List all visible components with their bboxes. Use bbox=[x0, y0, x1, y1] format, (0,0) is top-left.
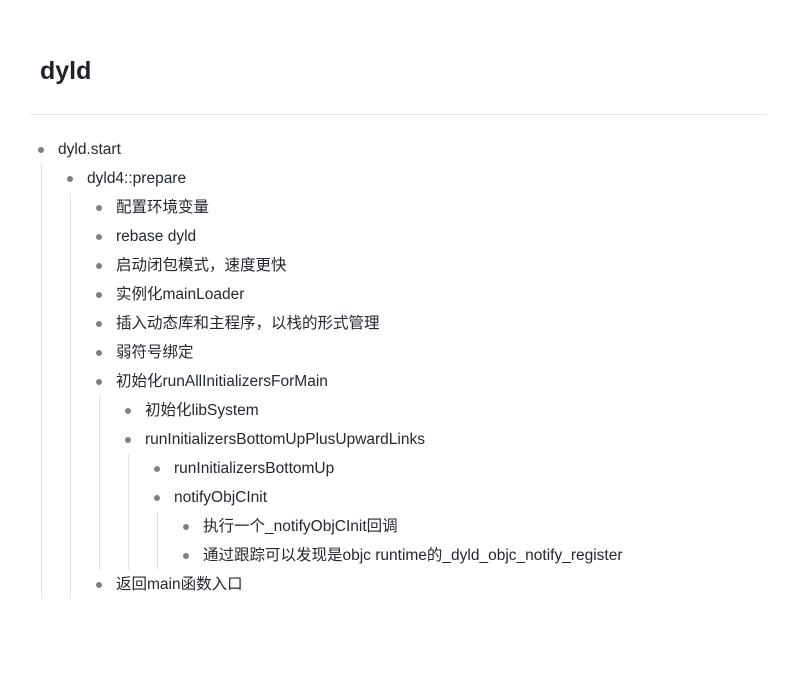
list-item-label: 弱符号绑定 bbox=[116, 344, 194, 361]
bullet-dot-icon[interactable] bbox=[154, 494, 160, 501]
list-item-label: 返回main函数入口 bbox=[116, 576, 243, 593]
bullet-dot-icon[interactable] bbox=[96, 233, 102, 240]
list-item-row[interactable]: runInitializersBottomUpPlusUpwardLinks bbox=[117, 425, 770, 454]
list-item-row[interactable]: rebase dyld bbox=[88, 222, 770, 251]
list-item-row[interactable]: dyld.start bbox=[30, 135, 770, 164]
bullet-dot-icon[interactable] bbox=[125, 407, 131, 414]
outline-level-4: 初始化libSystem runInitializersBottomUpPlus… bbox=[99, 396, 770, 570]
bullet-dot-icon[interactable] bbox=[96, 291, 102, 298]
title-divider bbox=[30, 114, 766, 115]
bullet-dot-icon[interactable] bbox=[183, 523, 189, 530]
list-item-label: 实例化mainLoader bbox=[116, 286, 245, 303]
list-item-row[interactable]: 弱符号绑定 bbox=[88, 338, 770, 367]
outline-level-3: 配置环境变量 rebase dyld 启动闭包模式，速度更快 实例化mainLo… bbox=[70, 193, 770, 599]
list-item-label: 配置环境变量 bbox=[116, 199, 210, 216]
list-item: 初始化runAllInitializersForMain 初始化libSyste… bbox=[88, 367, 770, 570]
outline-level-1: dyld.start dyld4::prepare 配置环境变量 rebase … bbox=[30, 135, 770, 599]
list-item-label: 初始化libSystem bbox=[145, 402, 259, 419]
list-item-row[interactable]: 启动闭包模式，速度更快 bbox=[88, 251, 770, 280]
list-item-row[interactable]: 初始化runAllInitializersForMain bbox=[88, 367, 770, 396]
list-item: dyld4::prepare 配置环境变量 rebase dyld 启动闭包模式… bbox=[59, 164, 770, 599]
document-page: dyld dyld.start dyld4::prepare 配置环境变量 re… bbox=[0, 0, 796, 699]
list-item: dyld.start dyld4::prepare 配置环境变量 rebase … bbox=[30, 135, 770, 599]
list-item-label: dyld4::prepare bbox=[87, 170, 187, 187]
list-item-label: runInitializersBottomUp bbox=[174, 460, 335, 477]
outline-level-6: 执行一个_notifyObjCInit回调 通过跟踪可以发现是objc runt… bbox=[157, 512, 770, 570]
list-item: 实例化mainLoader bbox=[88, 280, 770, 309]
list-item-label: notifyObjCInit bbox=[174, 489, 268, 506]
list-item-row[interactable]: notifyObjCInit bbox=[146, 483, 770, 512]
list-item-label: 启动闭包模式，速度更快 bbox=[116, 257, 287, 274]
list-item: 插入动态库和主程序，以栈的形式管理 bbox=[88, 309, 770, 338]
bullet-dot-icon[interactable] bbox=[96, 581, 102, 588]
bullet-dot-icon[interactable] bbox=[154, 465, 160, 472]
list-item-row[interactable]: 实例化mainLoader bbox=[88, 280, 770, 309]
bullet-dot-icon[interactable] bbox=[38, 146, 44, 153]
list-item: notifyObjCInit 执行一个_notifyObjCInit回调 通过跟… bbox=[146, 483, 770, 570]
list-item: 初始化libSystem bbox=[117, 396, 770, 425]
list-item-label: 初始化runAllInitializersForMain bbox=[116, 373, 328, 390]
list-item: 执行一个_notifyObjCInit回调 bbox=[175, 512, 770, 541]
bullet-dot-icon[interactable] bbox=[183, 552, 189, 559]
bullet-dot-icon[interactable] bbox=[67, 175, 73, 182]
page-title: dyld bbox=[40, 57, 92, 85]
list-item-row[interactable]: dyld4::prepare bbox=[59, 164, 770, 193]
list-item-label: 通过跟踪可以发现是objc runtime的_dyld_objc_notify_… bbox=[203, 547, 623, 564]
bullet-dot-icon[interactable] bbox=[96, 349, 102, 356]
outline-level-2: dyld4::prepare 配置环境变量 rebase dyld 启动闭包模式… bbox=[41, 164, 770, 599]
list-item: runInitializersBottomUpPlusUpwardLinks r… bbox=[117, 425, 770, 570]
list-item: 启动闭包模式，速度更快 bbox=[88, 251, 770, 280]
list-item: 返回main函数入口 bbox=[88, 570, 770, 599]
list-item: runInitializersBottomUp bbox=[146, 454, 770, 483]
list-item-row[interactable]: 插入动态库和主程序，以栈的形式管理 bbox=[88, 309, 770, 338]
list-item-label: 执行一个_notifyObjCInit回调 bbox=[203, 518, 398, 535]
list-item-row[interactable]: 执行一个_notifyObjCInit回调 bbox=[175, 512, 770, 541]
list-item-row[interactable]: 配置环境变量 bbox=[88, 193, 770, 222]
list-item-row[interactable]: 返回main函数入口 bbox=[88, 570, 770, 599]
bullet-dot-icon[interactable] bbox=[96, 262, 102, 269]
list-item-row[interactable]: runInitializersBottomUp bbox=[146, 454, 770, 483]
list-item-label: 插入动态库和主程序，以栈的形式管理 bbox=[116, 315, 380, 332]
bullet-dot-icon[interactable] bbox=[96, 204, 102, 211]
list-item-label: dyld.start bbox=[58, 141, 121, 158]
outline-level-5: runInitializersBottomUp notifyObjCInit 执… bbox=[128, 454, 770, 570]
bullet-dot-icon[interactable] bbox=[96, 320, 102, 327]
list-item: 通过跟踪可以发现是objc runtime的_dyld_objc_notify_… bbox=[175, 541, 770, 570]
list-item-row[interactable]: 初始化libSystem bbox=[117, 396, 770, 425]
list-item: 配置环境变量 bbox=[88, 193, 770, 222]
list-item-row[interactable]: 通过跟踪可以发现是objc runtime的_dyld_objc_notify_… bbox=[175, 541, 770, 570]
outline-tree: dyld.start dyld4::prepare 配置环境变量 rebase … bbox=[30, 135, 770, 599]
bullet-dot-icon[interactable] bbox=[96, 378, 102, 385]
list-item: rebase dyld bbox=[88, 222, 770, 251]
list-item: 弱符号绑定 bbox=[88, 338, 770, 367]
list-item-label: runInitializersBottomUpPlusUpwardLinks bbox=[145, 431, 425, 448]
list-item-label: rebase dyld bbox=[116, 228, 197, 245]
bullet-dot-icon[interactable] bbox=[125, 436, 131, 443]
